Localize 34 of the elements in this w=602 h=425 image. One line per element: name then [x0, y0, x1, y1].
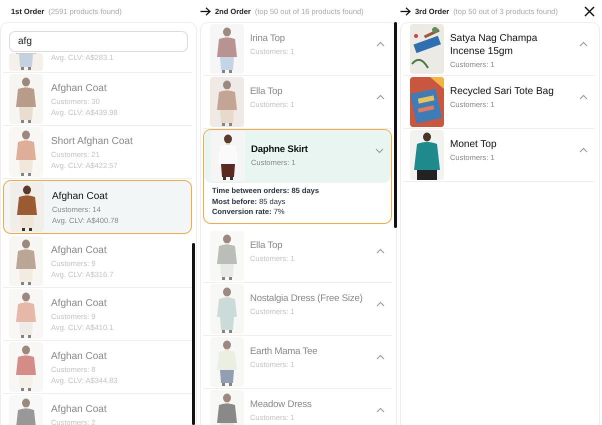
- product-name: Nostalgia Dress (Free Size): [250, 292, 364, 304]
- chevron-icon: [376, 406, 384, 412]
- search-field[interactable]: afg: [9, 31, 188, 52]
- chevron-icon: [376, 41, 384, 47]
- product-name: Ella Top: [250, 85, 284, 98]
- product-name: Earth Mama Tee: [250, 344, 318, 358]
- scrollbar[interactable]: [394, 22, 397, 228]
- product-name: Satya Nag Champa Incense 15gm: [450, 32, 538, 58]
- product-name: Afghan Coat: [51, 244, 108, 257]
- product-name: Short Afghan Coat: [51, 135, 134, 148]
- product-name: Afghan Coat: [51, 82, 108, 95]
- chevron-icon: [376, 300, 384, 306]
- product-name: Afghan Coat: [51, 297, 108, 310]
- chevron-icon: [578, 41, 588, 47]
- chevron-icon: [374, 148, 384, 154]
- close-button[interactable]: [582, 4, 596, 18]
- product-name: Afghan Coat: [51, 350, 108, 363]
- arrow-icon: [400, 6, 411, 16]
- chevron-icon: [376, 354, 384, 360]
- product-name: Irina Top: [250, 32, 286, 45]
- product-name: Daphne Skirt: [251, 143, 309, 156]
- product-name: Meadow Dress: [250, 398, 313, 410]
- product-name: Recycled Sari Tote Bag: [450, 85, 555, 98]
- chevron-icon: [376, 248, 384, 254]
- product-name: Ella Top: [250, 238, 284, 252]
- chevron-icon: [578, 94, 588, 100]
- arrow-icon: [200, 6, 211, 16]
- chevron-icon: [578, 147, 588, 153]
- close-icon: [584, 6, 594, 16]
- product-name: Monet Top: [450, 138, 498, 151]
- product-name: Afghan Coat: [51, 403, 108, 416]
- product-name: Afghan Coat: [52, 190, 109, 203]
- scrollbar[interactable]: [192, 243, 195, 425]
- chevron-icon: [376, 94, 384, 100]
